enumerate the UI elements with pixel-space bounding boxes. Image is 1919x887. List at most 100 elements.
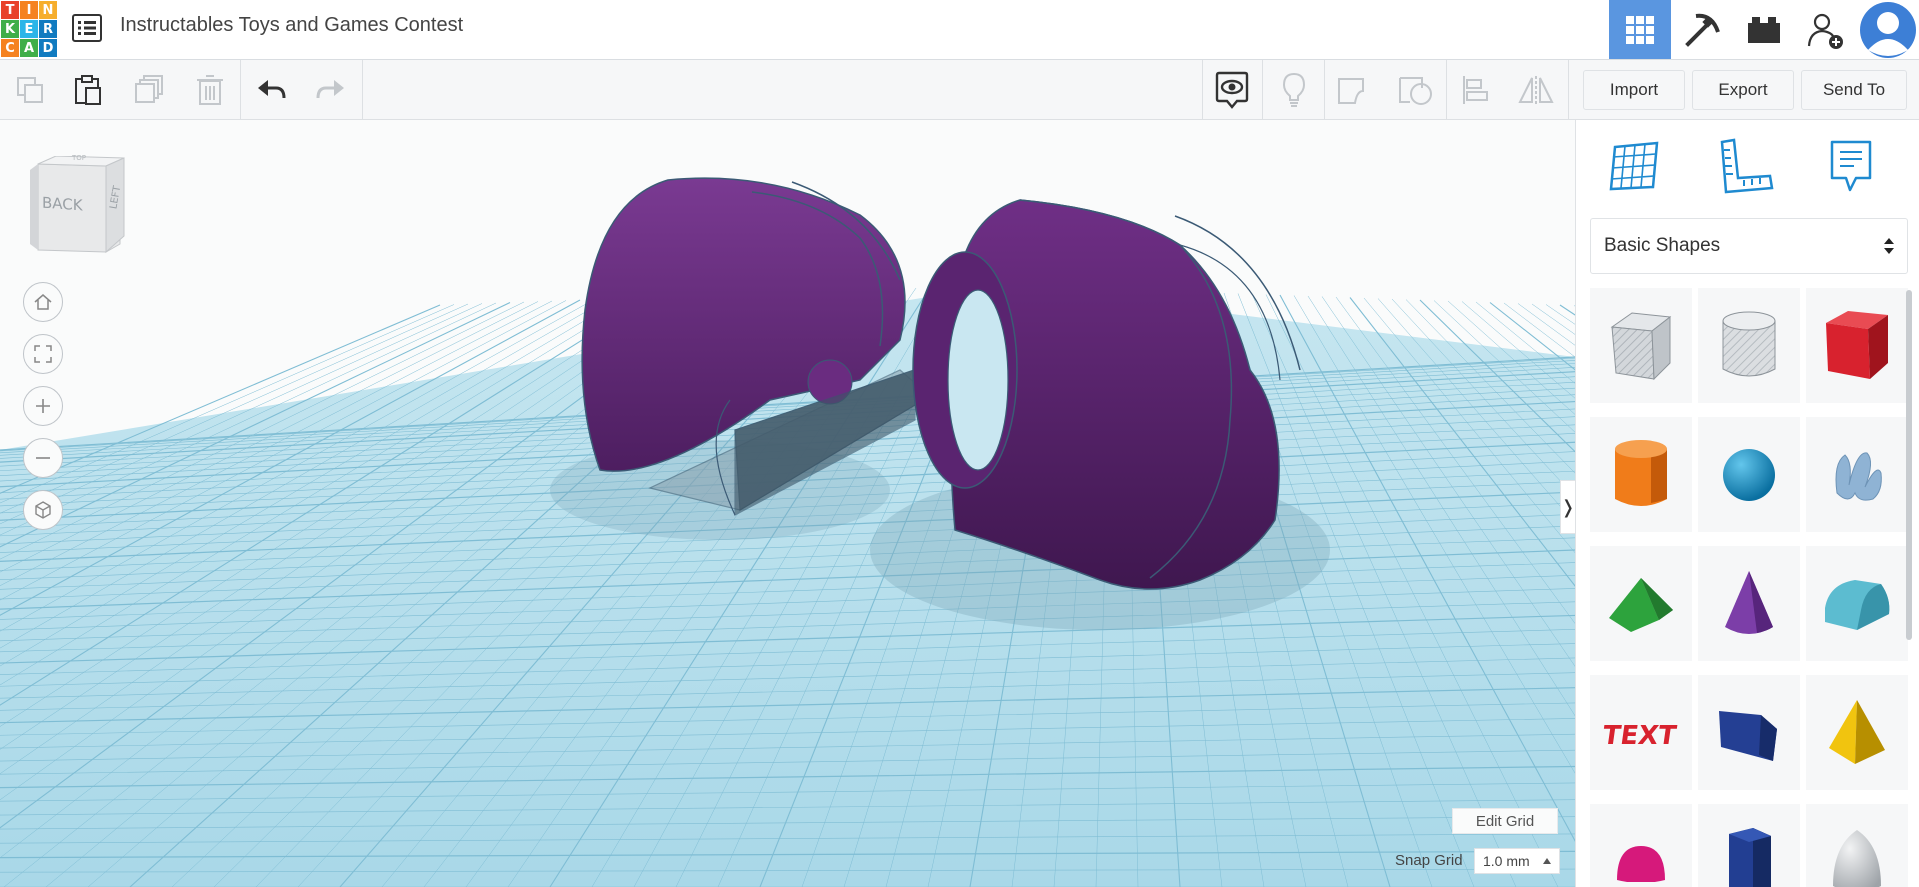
align-button[interactable] [1454, 70, 1498, 110]
workplane-viewport[interactable]: BACK LEFT TOP ❭ Edit Grid Snap Grid 1.0 … [0, 120, 1575, 887]
viewcube-back-label: BACK [42, 193, 83, 215]
delete-button[interactable] [188, 70, 232, 110]
home-view-button[interactable] [23, 282, 63, 322]
caret-up-icon [1543, 858, 1551, 864]
undo-button[interactable] [250, 70, 294, 110]
shape-cylinder[interactable] [1590, 417, 1692, 532]
copy-button[interactable] [8, 70, 52, 110]
box-hole-icon [1610, 311, 1672, 380]
project-title[interactable]: Instructables Toys and Games Contest [120, 14, 463, 37]
snap-grid-label: Snap Grid [1395, 852, 1463, 869]
ungroup-button[interactable] [1394, 70, 1438, 110]
duplicate-button[interactable] [128, 70, 172, 110]
sphere-icon [1723, 448, 1775, 501]
shape-round-roof[interactable] [1806, 546, 1908, 661]
duplicate-icon [135, 75, 163, 103]
group-button[interactable] [1332, 70, 1376, 110]
codeblocks-button[interactable] [1671, 0, 1733, 59]
view-cube[interactable]: BACK LEFT TOP [26, 154, 130, 260]
design-list-icon[interactable] [72, 14, 102, 42]
svg-text:TEXT: TEXT [1603, 721, 1678, 751]
shapes-panel: Basic Shapes TEXT [1575, 120, 1919, 887]
mirror-button[interactable] [1514, 70, 1558, 110]
workplane-button[interactable] [1606, 136, 1666, 196]
send-to-button[interactable]: Send To [1801, 70, 1907, 110]
shape-text[interactable]: TEXT [1590, 675, 1692, 790]
viewcube-top-label: TOP [72, 154, 87, 162]
logo-letter: I [20, 1, 38, 19]
undo-icon [258, 80, 286, 99]
notes-icon [1830, 140, 1872, 192]
import-button[interactable]: Import [1583, 70, 1685, 110]
shape-pyramid[interactable] [1806, 675, 1908, 790]
paraboloid-icon [1833, 829, 1881, 887]
fit-icon [34, 345, 52, 363]
workplane-scene[interactable] [0, 120, 1575, 887]
edit-grid-button[interactable]: Edit Grid [1452, 808, 1558, 834]
export-button[interactable]: Export [1692, 70, 1794, 110]
delete-icon [197, 75, 223, 105]
right-purple-object[interactable] [912, 199, 1301, 590]
cube-icon [35, 501, 51, 519]
shape-sphere[interactable] [1698, 417, 1800, 532]
3d-design-view-button[interactable] [1609, 0, 1671, 59]
home-icon [34, 294, 52, 310]
redo-button[interactable] [308, 70, 352, 110]
shape-wedge[interactable] [1698, 675, 1800, 790]
cylinder-icon [1615, 439, 1667, 506]
zoom-out-button[interactable] [23, 438, 63, 478]
copy-icon [17, 77, 43, 103]
cylinder-hole-icon [1722, 311, 1776, 376]
panel-collapse-button[interactable]: ❭ [1560, 480, 1575, 534]
show-all-button[interactable] [1210, 70, 1254, 110]
box-icon [1826, 310, 1888, 379]
profile-button[interactable] [1857, 0, 1919, 59]
notes-toggle-button[interactable] [1272, 70, 1316, 110]
perspective-button[interactable] [23, 490, 63, 530]
paste-icon [75, 75, 101, 105]
shape-polygon[interactable] [1698, 804, 1800, 887]
shape-box[interactable] [1806, 288, 1908, 403]
fit-view-button[interactable] [23, 334, 63, 374]
wedge-icon [1719, 710, 1777, 761]
top-header: TIN KER CAD Instructables Toys and Games C… [0, 0, 1919, 60]
tinkercad-logo[interactable]: TIN KER CAD [1, 1, 57, 57]
invite-user-button[interactable] [1795, 0, 1857, 59]
text-icon: TEXT [1603, 721, 1678, 751]
scribble-icon [1835, 451, 1882, 501]
avatar-icon [1860, 1, 1916, 58]
shape-scribble[interactable] [1806, 417, 1908, 532]
shape-hole-icon [1338, 78, 1364, 104]
shape-paraboloid[interactable] [1806, 804, 1908, 887]
paste-button[interactable] [66, 70, 110, 110]
minus-icon [36, 457, 50, 459]
plus-icon [36, 399, 50, 413]
shape-category-value: Basic Shapes [1604, 235, 1721, 256]
logo-letter: T [1, 1, 19, 19]
shape-roof[interactable] [1590, 546, 1692, 661]
grid-apps-icon [1626, 15, 1654, 44]
show-all-icon [1215, 71, 1249, 109]
half-sphere-icon [1617, 845, 1665, 882]
shape-cylinder-hole[interactable] [1698, 288, 1800, 403]
shape-cone[interactable] [1698, 546, 1800, 661]
pyramid-icon [1829, 699, 1885, 764]
ruler-button[interactable] [1716, 136, 1776, 196]
shape-box-hole[interactable] [1590, 288, 1692, 403]
shapes-grid: TEXT [1590, 288, 1908, 887]
polygon-icon [1729, 827, 1771, 887]
align-icon [1463, 76, 1488, 104]
zoom-in-button[interactable] [23, 386, 63, 426]
lego-brick-icon [1748, 16, 1780, 43]
notes-button[interactable] [1821, 136, 1881, 196]
logo-letter: E [20, 20, 38, 38]
shape-category-select[interactable]: Basic Shapes [1590, 218, 1908, 274]
main-toolbar: Import Export Send To [0, 60, 1919, 120]
logo-letter: C [1, 39, 19, 57]
shapes-scrollbar[interactable] [1906, 290, 1912, 640]
shape-half-sphere[interactable] [1590, 804, 1692, 887]
bricks-button[interactable] [1733, 0, 1795, 59]
logo-letter: N [39, 1, 57, 19]
logo-letter: D [39, 39, 57, 57]
snap-grid-select[interactable]: 1.0 mm [1474, 848, 1560, 874]
